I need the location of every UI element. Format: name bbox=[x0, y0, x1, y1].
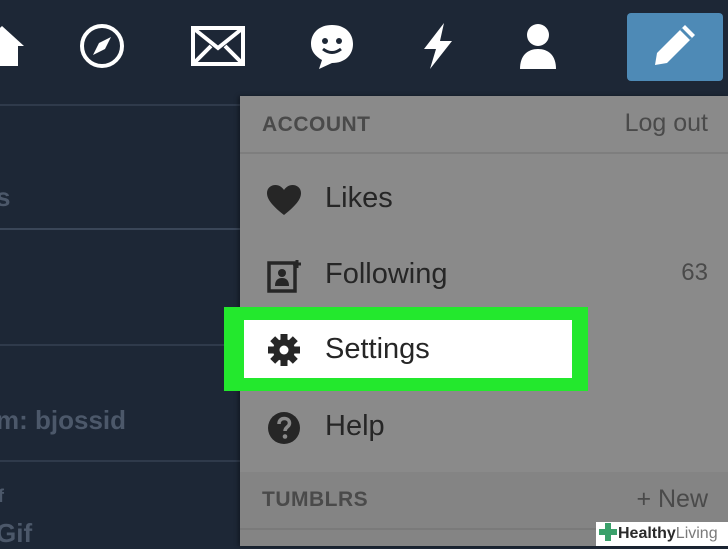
compose-button[interactable] bbox=[627, 13, 723, 81]
left-fragment: Gif bbox=[0, 518, 33, 548]
divider bbox=[0, 228, 240, 230]
lightning-icon[interactable] bbox=[406, 14, 470, 78]
gear-icon bbox=[266, 332, 302, 368]
new-tumblr-link[interactable]: + New bbox=[636, 485, 708, 514]
tumblrs-title: TUMBLRS bbox=[262, 488, 369, 511]
following-icon bbox=[266, 258, 302, 294]
account-title: ACCOUNT bbox=[262, 113, 371, 136]
account-icon[interactable] bbox=[506, 14, 570, 78]
watermark-logo: Healthy Living bbox=[596, 522, 728, 546]
menu-item-settings[interactable]: Settings bbox=[244, 320, 572, 378]
plus-icon bbox=[598, 522, 618, 546]
chat-icon[interactable] bbox=[300, 14, 364, 78]
home-icon[interactable] bbox=[0, 14, 34, 78]
menu-item-label: Settings bbox=[325, 333, 430, 365]
compass-icon[interactable] bbox=[70, 14, 134, 78]
top-navigation-bar bbox=[0, 0, 728, 96]
mail-icon[interactable] bbox=[186, 14, 250, 78]
menu-item-following[interactable]: Following 63 bbox=[240, 236, 728, 312]
log-out-link[interactable]: Log out bbox=[625, 109, 708, 138]
pencil-icon bbox=[651, 21, 699, 74]
left-fragment: s bbox=[0, 182, 11, 212]
heart-icon bbox=[266, 182, 302, 218]
menu-item-label: Following bbox=[325, 258, 448, 290]
menu-item-label: Help bbox=[325, 410, 385, 442]
divider bbox=[0, 344, 240, 346]
left-fragment: m: bjossid bbox=[0, 405, 127, 435]
divider bbox=[0, 460, 240, 462]
menu-item-likes[interactable]: Likes bbox=[240, 160, 728, 236]
watermark-text-2: Living bbox=[675, 525, 718, 542]
help-icon bbox=[266, 410, 302, 446]
settings-highlight: Settings bbox=[224, 307, 588, 391]
menu-item-label: Likes bbox=[325, 182, 393, 214]
left-fragment: f bbox=[0, 486, 4, 506]
following-count: 63 bbox=[681, 259, 708, 286]
watermark-text-1: Healthy bbox=[618, 525, 676, 542]
account-section-header: ACCOUNT Log out bbox=[240, 96, 728, 154]
menu-item-help[interactable]: Help bbox=[240, 388, 728, 464]
divider bbox=[0, 104, 240, 106]
